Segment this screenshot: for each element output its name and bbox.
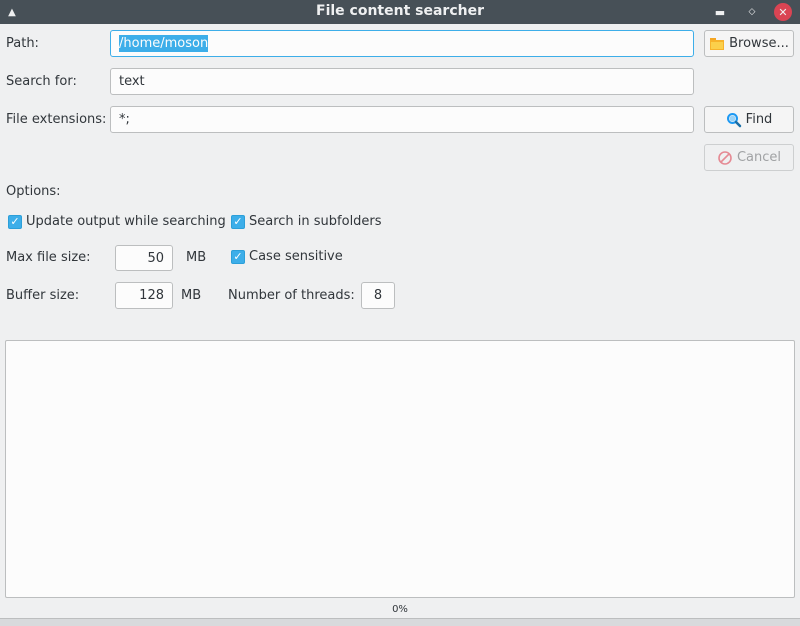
close-icon[interactable]: ✕ [774,3,792,21]
buffer-size-value: 128 [139,288,164,303]
case-sensitive-checkbox[interactable]: ✓ Case sensitive [231,249,343,264]
checkbox-checked-icon: ✓ [231,214,245,229]
maximize-icon[interactable]: ◇ [744,4,760,20]
search-input[interactable]: text [110,68,694,95]
options-heading: Options: [6,184,61,199]
cancel-button[interactable]: Cancel [704,144,794,171]
results-output[interactable] [5,340,795,598]
path-input[interactable]: /home/moson [110,30,694,57]
threads-value: 8 [373,288,383,303]
browse-button-label: Browse... [729,36,789,51]
max-file-size-input[interactable]: 50 [115,245,173,271]
browse-button[interactable]: Browse... [704,30,794,57]
folder-icon [710,37,725,50]
checkbox-checked-icon: ✓ [8,214,22,229]
update-output-label: Update output while searching [26,214,226,229]
path-label: Path: [6,36,39,51]
search-icon [726,112,741,127]
max-file-size-unit: MB [186,250,207,265]
max-file-size-label: Max file size: [6,250,91,265]
subfolders-checkbox[interactable]: ✓ Search in subfolders [231,214,382,229]
case-sensitive-label: Case sensitive [249,249,343,264]
buffer-size-input[interactable]: 128 [115,282,173,309]
buffer-size-unit: MB [181,288,202,303]
extensions-label: File extensions: [6,112,107,127]
progress-bar [0,618,800,626]
extensions-input[interactable]: *; [110,106,694,133]
window-title: File content searcher [316,3,484,19]
threads-input[interactable]: 8 [361,282,395,309]
extensions-input-value: *; [119,112,130,127]
threads-label: Number of threads: [228,288,355,303]
find-button[interactable]: Find [704,106,794,133]
buffer-size-label: Buffer size: [6,288,80,303]
title-bar: ▲ File content searcher ▬ ◇ ✕ [0,0,800,24]
cancel-button-label: Cancel [736,150,782,165]
subfolders-label: Search in subfolders [249,214,382,229]
progress-text: 0% [392,604,408,615]
path-input-value: /home/moson [119,35,209,52]
search-label: Search for: [6,74,77,89]
checkbox-checked-icon: ✓ [231,249,245,264]
search-input-value: text [119,74,145,89]
find-button-label: Find [745,112,773,127]
max-file-size-value: 50 [147,250,164,266]
cancel-icon [718,150,732,165]
update-output-checkbox[interactable]: ✓ Update output while searching [8,214,226,229]
minimize-icon[interactable]: ▬ [712,4,728,20]
